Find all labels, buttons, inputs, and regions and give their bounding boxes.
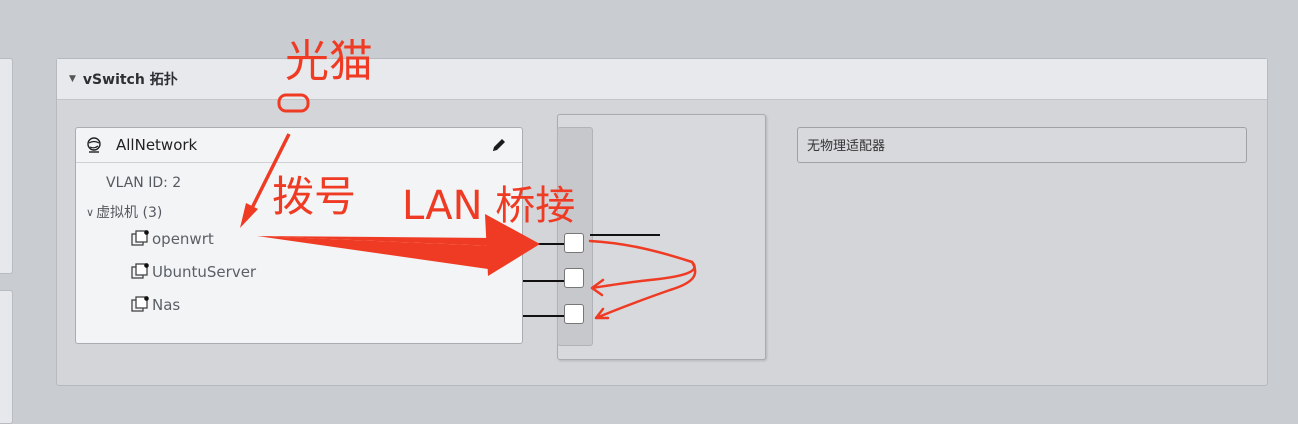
annotation-dialup: 拨号	[272, 172, 357, 221]
modem-circle-mark	[277, 93, 310, 113]
bridge-loop-arrow-2	[594, 260, 697, 320]
annotation-modem: 光猫	[285, 36, 373, 87]
dialup-arrow-head	[240, 203, 258, 228]
annotation-overlay	[240, 93, 697, 320]
annotation-lan-bridge: LAN 桥接	[402, 183, 576, 229]
